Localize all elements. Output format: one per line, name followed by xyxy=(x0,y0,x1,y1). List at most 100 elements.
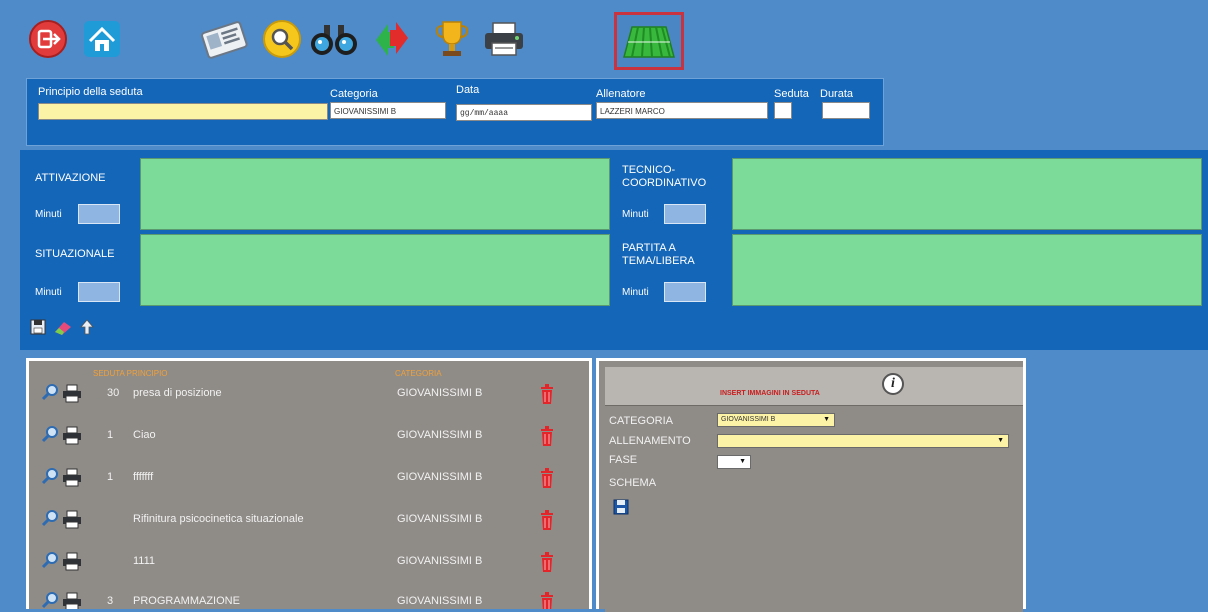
attivazione-label: ATTIVAZIONE xyxy=(35,172,106,184)
seduta-input[interactable] xyxy=(774,102,792,119)
table-row: 3 PROGRAMMAZIONE GIOVANISSIMI B xyxy=(29,591,589,609)
row-categoria: GIOVANISSIMI B xyxy=(397,471,483,483)
partita-label-line2: TEMA/LIBERA xyxy=(622,255,695,267)
binoculars-button[interactable] xyxy=(308,10,360,68)
row-name: fffffff xyxy=(133,471,154,483)
attivazione-textarea[interactable] xyxy=(140,158,610,230)
trash-icon[interactable] xyxy=(539,551,555,573)
magnifier-icon[interactable] xyxy=(41,509,59,527)
partita-label-line1: PARTITA A xyxy=(622,242,676,254)
magnifier-icon[interactable] xyxy=(41,591,59,609)
insert-images-panel: INSERT IMMAGINI IN SEDUTA i CATEGORIA GI… xyxy=(596,358,1026,612)
form-actions xyxy=(30,318,94,336)
magnifier-icon[interactable] xyxy=(41,467,59,485)
tecnico-textarea[interactable] xyxy=(732,158,1202,230)
trash-icon[interactable] xyxy=(539,591,555,609)
search-button[interactable] xyxy=(256,10,308,68)
insert-images-box: INSERT IMMAGINI IN SEDUTA i CATEGORIA GI… xyxy=(605,367,1023,612)
session-header-panel: Principio della seduta Categoria GIOVANI… xyxy=(26,78,884,146)
save-icon[interactable] xyxy=(30,319,46,335)
allenatore-input[interactable]: LAZZERI MARCO xyxy=(596,102,768,119)
categoria-input[interactable]: GIOVANISSIMI B xyxy=(330,102,446,119)
field-button[interactable] xyxy=(614,12,684,70)
categoria-label: Categoria xyxy=(330,88,378,100)
row-num: 3 xyxy=(107,595,114,607)
magnifier-icon[interactable] xyxy=(41,551,59,569)
tecnico-label-line2: COORDINATIVO xyxy=(622,177,707,189)
trash-icon[interactable] xyxy=(539,509,555,531)
partita-textarea[interactable] xyxy=(732,234,1202,306)
situazionale-minuti-label: Minuti xyxy=(35,287,62,298)
row-num: 30 xyxy=(107,387,120,399)
printer-icon[interactable] xyxy=(61,509,83,529)
col-categoria-header: CATEGORIA xyxy=(395,369,442,378)
trophy-button[interactable] xyxy=(426,10,478,68)
info-icon[interactable]: i xyxy=(882,373,904,395)
partita-minuti-label: Minuti xyxy=(622,287,649,298)
transfer-button[interactable] xyxy=(366,10,418,68)
print-button[interactable] xyxy=(478,10,530,68)
exit-icon xyxy=(29,20,67,58)
up-arrow-icon[interactable] xyxy=(80,319,94,335)
magnifier-icon[interactable] xyxy=(41,383,59,401)
row-name: Rifinitura psicocinetica situazionale xyxy=(133,513,304,525)
situazionale-label: SITUAZIONALE xyxy=(35,248,115,260)
row-categoria: GIOVANISSIMI B xyxy=(397,387,483,399)
date-input[interactable]: gg/mm/aaaa xyxy=(456,104,592,121)
insert-categoria-label: CATEGORIA xyxy=(609,415,673,427)
data-label: Data xyxy=(456,84,480,96)
row-name: 1111 xyxy=(133,555,156,567)
transfer-icon xyxy=(376,22,408,56)
table-row: Rifinitura psicocinetica situazionale GI… xyxy=(29,509,589,549)
exit-button[interactable] xyxy=(22,10,74,68)
allenatore-label: Allenatore xyxy=(596,88,646,100)
table-row: 1111 GIOVANISSIMI B xyxy=(29,551,589,591)
chevron-down-icon: ▼ xyxy=(823,416,830,423)
printer-icon xyxy=(485,22,523,56)
principio-label: Principio della seduta xyxy=(38,86,143,98)
printer-icon[interactable] xyxy=(61,591,83,609)
insert-schema-label: SCHEMA xyxy=(609,477,657,489)
chevron-down-icon: ▼ xyxy=(997,437,1004,444)
durata-input[interactable] xyxy=(822,102,870,119)
home-button[interactable] xyxy=(76,10,128,68)
row-num: 1 xyxy=(107,429,114,441)
trash-icon[interactable] xyxy=(539,467,555,489)
save-icon[interactable] xyxy=(613,499,629,515)
session-form-panel: ATTIVAZIONE Minuti TECNICO- COORDINATIVO… xyxy=(20,150,1208,350)
insert-allenamento-select[interactable]: ▼ xyxy=(717,434,1009,448)
insert-categoria-select[interactable]: GIOVANISSIMI B ▼ xyxy=(717,413,835,427)
situazionale-minuti-input[interactable] xyxy=(78,282,120,302)
insert-title: INSERT IMMAGINI IN SEDUTA xyxy=(720,390,820,397)
id-card-icon xyxy=(201,21,248,59)
printer-icon[interactable] xyxy=(61,551,83,571)
main-toolbar xyxy=(0,0,1208,74)
trash-icon[interactable] xyxy=(539,425,555,447)
partita-minuti-input[interactable] xyxy=(664,282,706,302)
eraser-icon[interactable] xyxy=(52,318,74,336)
magnifier-icon[interactable] xyxy=(41,425,59,443)
insert-fase-select[interactable]: ▼ xyxy=(717,455,751,469)
insert-allenamento-label: ALLENAMENTO xyxy=(609,435,691,447)
table-row: 30 presa di posizione GIOVANISSIMI B xyxy=(29,383,589,423)
row-categoria: GIOVANISSIMI B xyxy=(397,555,483,567)
tecnico-label-line1: TECNICO- xyxy=(622,164,676,176)
trash-icon[interactable] xyxy=(539,383,555,405)
principio-input[interactable] xyxy=(38,103,328,120)
session-list-panel: SEDUTA PRINCIPIO CATEGORIA 30 presa di p… xyxy=(26,358,592,609)
row-categoria: GIOVANISSIMI B xyxy=(397,513,483,525)
row-categoria: GIOVANISSIMI B xyxy=(397,429,483,441)
printer-icon[interactable] xyxy=(61,425,83,445)
durata-label: Durata xyxy=(820,88,854,100)
trophy-icon xyxy=(435,21,469,56)
tecnico-minuti-label: Minuti xyxy=(622,209,649,220)
table-row: 1 Ciao GIOVANISSIMI B xyxy=(29,425,589,465)
insert-categoria-value: GIOVANISSIMI B xyxy=(721,416,776,423)
id-card-button[interactable] xyxy=(198,10,250,68)
printer-icon[interactable] xyxy=(61,383,83,403)
soccer-field-icon xyxy=(623,26,675,58)
situazionale-textarea[interactable] xyxy=(140,234,610,306)
attivazione-minuti-input[interactable] xyxy=(78,204,120,224)
tecnico-minuti-input[interactable] xyxy=(664,204,706,224)
printer-icon[interactable] xyxy=(61,467,83,487)
